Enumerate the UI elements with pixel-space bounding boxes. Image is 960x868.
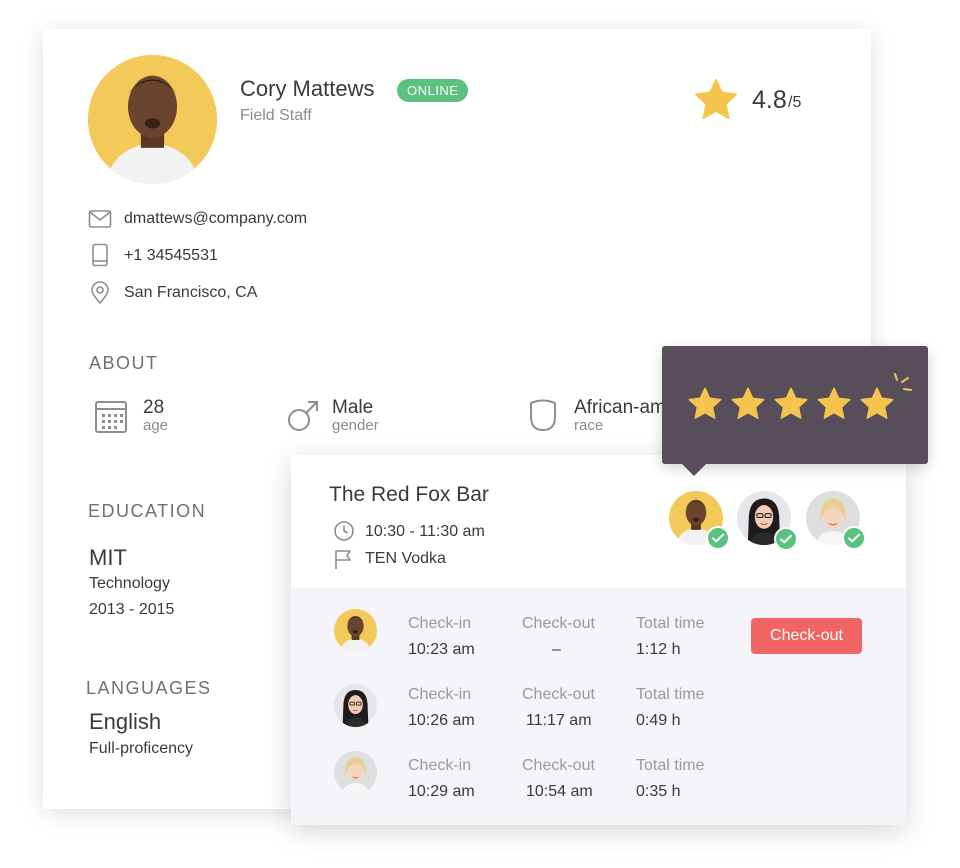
total-time: 1:12 h [636,641,681,658]
rating-star-3-icon[interactable] [773,386,809,422]
shift-avatar [334,609,377,652]
checkin-time: 10:26 am [408,712,475,729]
check-icon [774,527,798,551]
phone-text[interactable]: +1 34545531 [124,247,218,265]
check-icon [842,526,866,550]
education-title: EDUCATION [88,501,207,521]
sparkle-icon [894,373,912,391]
education-years: 2013 - 2015 [89,601,175,618]
checkout-label: Check-out [522,615,595,632]
languages-title: LANGUAGES [86,678,212,698]
mail-icon [88,210,112,228]
education-school: MIT [89,545,127,570]
checkin-label: Check-in [408,615,472,632]
phone-icon [92,243,108,267]
total-label: Total time [636,615,705,632]
male-icon [288,401,318,431]
event-brand: TEN Vodka [365,550,446,567]
event-venue: The Red Fox Bar [329,483,489,506]
checkout-label: Check-out [522,757,595,774]
rating-star-2-icon[interactable] [730,386,766,422]
profile-role: Field Staff [240,107,312,124]
location-text: San Francisco, CA [124,284,258,301]
rating-max: /5 [788,94,802,111]
gender-value: Male [332,397,374,418]
language-name: English [89,709,162,734]
language-level: Full-proficency [89,740,194,757]
location-pin-icon [91,281,109,305]
check-icon [706,526,730,550]
flag-icon [335,550,351,569]
rating-star-icon [693,77,739,123]
checkout-time: – [552,641,561,658]
gender-label: gender [332,417,379,434]
rating-star-1-icon[interactable] [687,386,723,422]
checkin-label: Check-in [408,757,472,774]
email-text[interactable]: dmattews@company.com [124,210,307,228]
event-time: 10:30 - 11:30 am [365,523,485,540]
about-title: ABOUT [89,353,159,373]
rating-star-4-icon[interactable] [816,386,852,422]
age-value: 28 [143,397,165,418]
total-time: 0:35 h [636,783,681,800]
age-label: age [143,417,169,434]
checkout-time: 10:54 am [526,783,593,800]
tooltip-arrow [682,464,706,476]
total-label: Total time [636,686,705,703]
checkin-label: Check-in [408,686,472,703]
status-badge: ONLINE [397,79,469,102]
race-value: African-am [574,397,666,418]
checkout-label: Check-out [522,686,595,703]
profile-name: Cory Mattews [240,76,375,101]
shift-avatar [334,684,377,727]
clock-icon [334,521,354,541]
calendar-icon [95,401,127,433]
checkin-time: 10:29 am [408,783,475,800]
rating-value: 4.8 [752,86,787,114]
education-field: Technology [89,575,170,592]
total-label: Total time [636,757,705,774]
checkout-time: 11:17 am [526,712,592,729]
profile-avatar [88,55,217,184]
checkin-time: 10:23 am [408,641,475,658]
face-outline-icon [530,399,556,432]
checkout-button[interactable]: Check-out [751,618,862,654]
total-time: 0:49 h [636,712,681,729]
shift-avatar [334,751,377,794]
race-label: race [574,417,604,434]
